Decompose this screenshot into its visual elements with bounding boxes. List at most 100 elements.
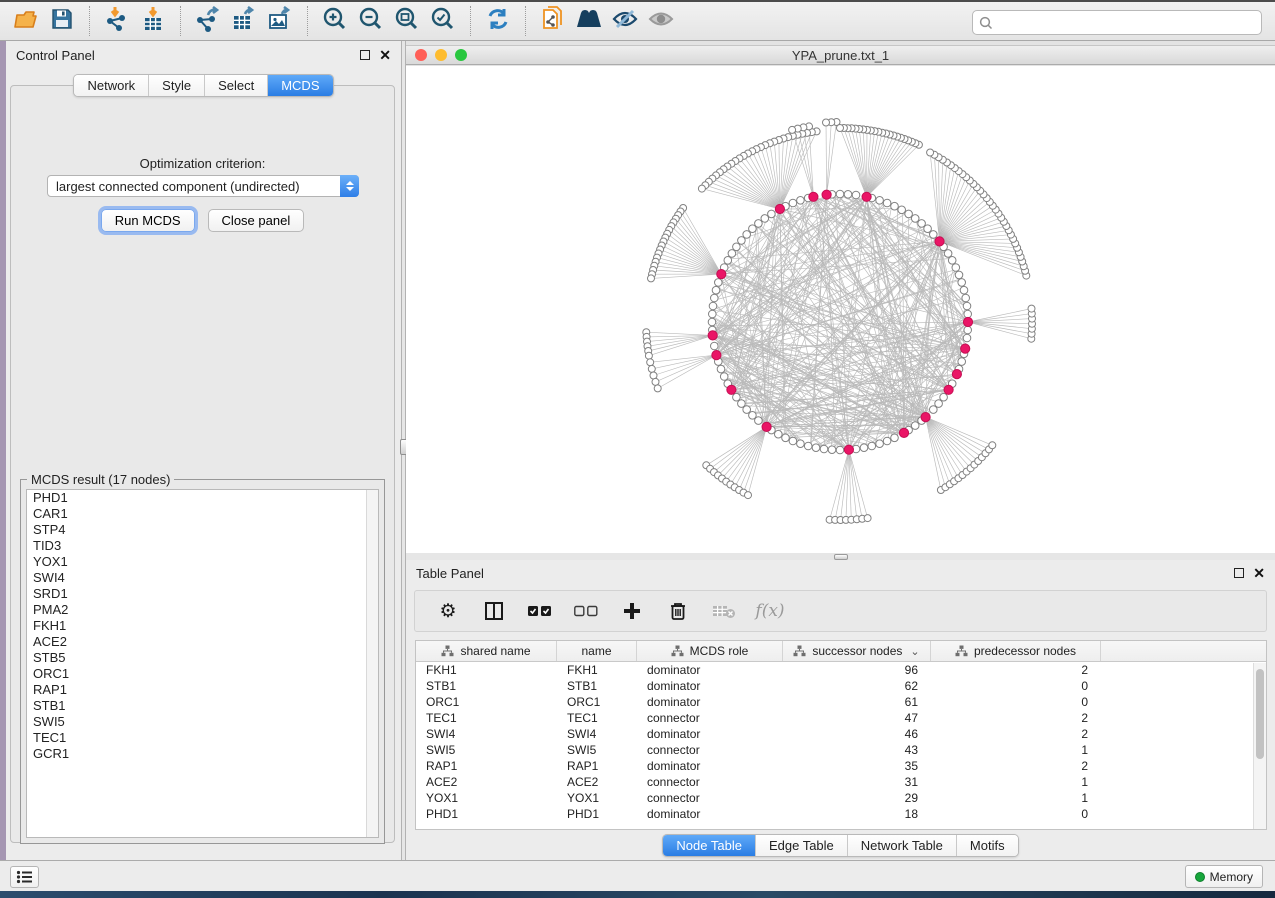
main-toolbar [0, 0, 1275, 41]
mcds-result-item[interactable]: STP4 [27, 522, 378, 538]
control-panel-tabs: NetworkStyleSelectMCDS [73, 74, 333, 97]
delete-table-icon [712, 603, 736, 619]
show-all-button[interactable] [643, 5, 679, 37]
tab-mcds[interactable]: MCDS [267, 75, 332, 96]
tab-motifs[interactable]: Motifs [956, 835, 1018, 856]
column-header-shared-name[interactable]: shared name [416, 641, 557, 661]
table-cell: 62 [783, 679, 931, 693]
column-header-mcds-role[interactable]: MCDS role [637, 641, 783, 661]
panel-splitter-horizontal[interactable] [406, 553, 1275, 560]
column-layout-button[interactable] [481, 598, 507, 624]
search-input[interactable] [997, 13, 1255, 33]
close-panel-icon[interactable]: ✕ [1253, 568, 1265, 578]
open-session-button[interactable] [8, 5, 44, 37]
mcds-result-list[interactable]: PHD1CAR1STP4TID3YOX1SWI4SRD1PMA2FKH1ACE2… [26, 489, 379, 838]
optimization-criterion-select[interactable]: largest connected component (undirected) [47, 175, 359, 197]
checked-boxes-icon [528, 605, 552, 617]
show-panels-menu-button[interactable] [10, 866, 39, 888]
mcds-result-item[interactable]: SWI5 [27, 714, 378, 730]
scrollbar-thumb[interactable] [1256, 669, 1264, 759]
float-panel-icon[interactable] [1234, 568, 1244, 578]
import-network-icon [105, 6, 129, 37]
select-all-rows-button[interactable] [527, 598, 553, 624]
mcds-result-item[interactable]: YOX1 [27, 554, 378, 570]
table-body: FKH1FKH1dominator962STB1STB1dominator620… [416, 662, 1266, 822]
mcds-result-item[interactable]: TID3 [27, 538, 378, 554]
table-row[interactable]: FKH1FKH1dominator962 [416, 662, 1266, 678]
zoom-in-button[interactable] [317, 5, 353, 37]
zoom-selected-button[interactable] [425, 5, 461, 37]
mcds-result-item[interactable]: SWI4 [27, 570, 378, 586]
desktop-wallpaper-bottom [0, 891, 1275, 898]
search-box [972, 10, 1262, 35]
mcds-result-item[interactable]: PHD1 [27, 490, 378, 506]
delete-table-button[interactable] [711, 598, 737, 624]
table-cell: 29 [783, 791, 931, 805]
export-network-button[interactable] [190, 5, 226, 37]
gear-icon: ⚙ [439, 600, 456, 623]
deselect-all-rows-button[interactable] [573, 598, 599, 624]
table-scrollbar[interactable] [1253, 663, 1266, 829]
import-network-button[interactable] [99, 5, 135, 37]
tab-node-table[interactable]: Node Table [663, 835, 755, 856]
first-neighbors-button[interactable] [571, 5, 607, 37]
save-session-button[interactable] [44, 5, 80, 37]
table-panel-title: Table Panel [416, 566, 484, 581]
mcds-list-scrollbar[interactable] [366, 490, 378, 837]
mcds-result-item[interactable]: ORC1 [27, 666, 378, 682]
close-panel-icon[interactable]: ✕ [379, 50, 391, 60]
delete-column-button[interactable] [665, 598, 691, 624]
table-row[interactable]: STB1STB1dominator620 [416, 678, 1266, 694]
tab-edge-table[interactable]: Edge Table [755, 835, 847, 856]
tab-select[interactable]: Select [204, 75, 267, 96]
mcds-result-item[interactable]: STB5 [27, 650, 378, 666]
table-row[interactable]: PHD1PHD1dominator180 [416, 806, 1266, 822]
export-table-button[interactable] [226, 5, 262, 37]
column-header-predecessor-nodes[interactable]: predecessor nodes [931, 641, 1101, 661]
mcds-result-item[interactable]: TEC1 [27, 730, 378, 746]
table-panel-tabs: Node TableEdge TableNetwork TableMotifs [662, 834, 1018, 857]
share-document-button[interactable] [535, 5, 571, 37]
add-column-button[interactable] [619, 598, 645, 624]
mcds-result-item[interactable]: SRD1 [27, 586, 378, 602]
close-panel-button[interactable]: Close panel [208, 209, 305, 232]
export-image-button[interactable] [262, 5, 298, 37]
column-header-successor-nodes[interactable]: successor nodes⌄ [783, 641, 931, 661]
mcds-result-group: MCDS result (17 nodes) PHD1CAR1STP4TID3Y… [20, 472, 385, 844]
unchecked-boxes-icon [574, 605, 598, 617]
network-window-title: YPA_prune.txt_1 [406, 48, 1275, 63]
table-row[interactable]: TEC1TEC1connector472 [416, 710, 1266, 726]
mcds-result-item[interactable]: GCR1 [27, 746, 378, 762]
search-icon [979, 16, 993, 30]
table-row[interactable]: ACE2ACE2connector311 [416, 774, 1266, 790]
function-builder-button[interactable]: f(x) [757, 598, 783, 624]
zoom-fit-button[interactable] [389, 5, 425, 37]
zoom-out-button[interactable] [353, 5, 389, 37]
network-graph[interactable] [406, 66, 1275, 554]
export-table-icon [231, 6, 257, 37]
tab-network[interactable]: Network [74, 75, 148, 96]
mcds-result-item[interactable]: STB1 [27, 698, 378, 714]
mcds-result-item[interactable]: CAR1 [27, 506, 378, 522]
table-settings-button[interactable]: ⚙ [435, 598, 461, 624]
mcds-result-item[interactable]: FKH1 [27, 618, 378, 634]
column-header-name[interactable]: name [557, 641, 637, 661]
float-panel-icon[interactable] [360, 50, 370, 60]
table-row[interactable]: SWI4SWI4dominator462 [416, 726, 1266, 742]
optimization-criterion-label: Optimization criterion: [11, 156, 394, 171]
table-row[interactable]: RAP1RAP1dominator352 [416, 758, 1266, 774]
import-table-button[interactable] [135, 5, 171, 37]
mcds-result-item[interactable]: RAP1 [27, 682, 378, 698]
mcds-result-item[interactable]: ACE2 [27, 634, 378, 650]
memory-button[interactable]: Memory [1185, 865, 1263, 888]
refresh-button[interactable] [480, 5, 516, 37]
network-canvas[interactable] [406, 66, 1275, 554]
hide-selected-button[interactable] [607, 5, 643, 37]
run-mcds-button[interactable]: Run MCDS [101, 209, 195, 232]
tab-style[interactable]: Style [148, 75, 204, 96]
table-row[interactable]: YOX1YOX1connector291 [416, 790, 1266, 806]
table-row[interactable]: ORC1ORC1dominator610 [416, 694, 1266, 710]
tab-network-table[interactable]: Network Table [847, 835, 956, 856]
table-row[interactable]: SWI5SWI5connector431 [416, 742, 1266, 758]
mcds-result-item[interactable]: PMA2 [27, 602, 378, 618]
